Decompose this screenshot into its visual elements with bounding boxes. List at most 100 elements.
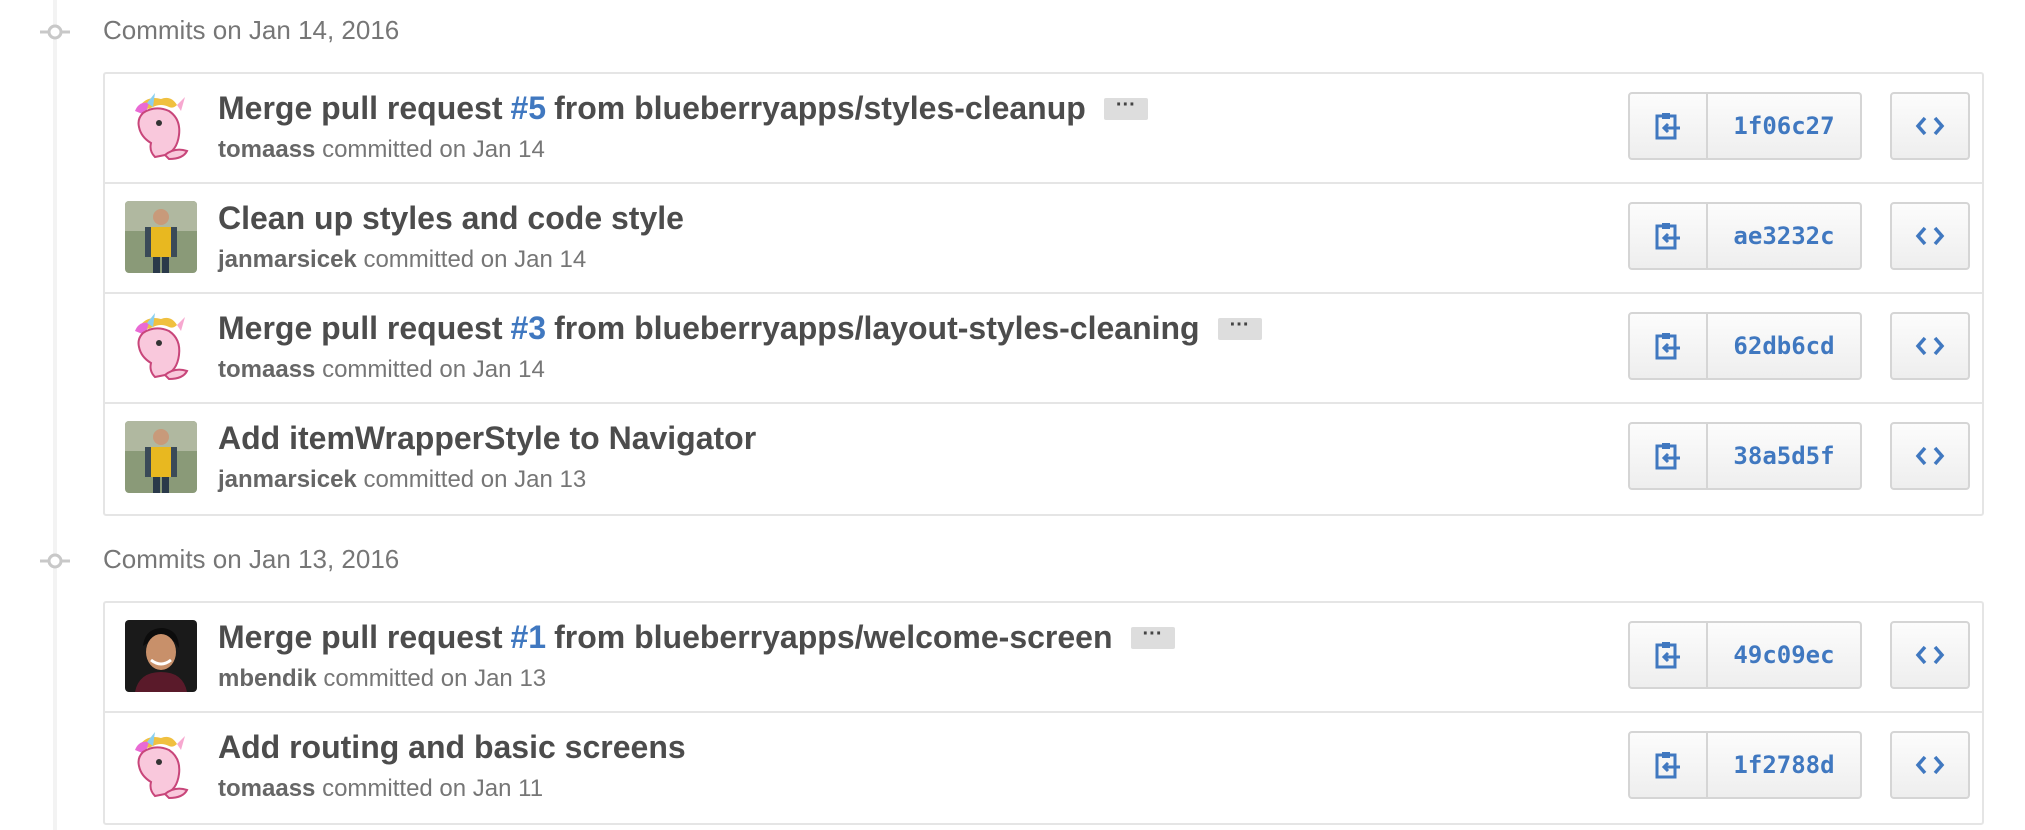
unicorn-avatar-icon: [125, 91, 197, 163]
commit-row: Merge pull request #5 from blueberryapps…: [105, 74, 1982, 184]
commit-meta: mbendik committed on Jan 13: [218, 665, 546, 693]
commit-group: Commits on Jan 13, 2016 Merge pull reque…: [0, 529, 2025, 825]
commit-title: Add routing and basic screens: [218, 729, 686, 766]
group-title: Commits on Jan 14, 2016: [103, 15, 400, 45]
commit-date: committed on Jan 14: [322, 356, 545, 383]
commit-title: Clean up styles and code style: [218, 200, 684, 237]
code-icon: [1915, 116, 1945, 136]
commit-title-text[interactable]: Add routing and basic screens: [218, 729, 686, 766]
browse-code-button[interactable]: [1890, 422, 1970, 490]
group-title: Commits on Jan 13, 2016: [103, 544, 400, 574]
sha-button-group: 62db6cd: [1628, 312, 1862, 380]
expand-message-button[interactable]: ···: [1103, 95, 1148, 120]
avatar[interactable]: [125, 620, 197, 692]
commit-title-text[interactable]: Clean up styles and code style: [218, 200, 684, 237]
commit-title-text[interactable]: Merge pull request: [218, 90, 503, 127]
clipboard-icon: [1655, 752, 1680, 779]
commit-row: Add routing and basic screens tomaass co…: [105, 713, 1982, 823]
browse-code-button[interactable]: [1890, 312, 1970, 380]
sha-button-group: 1f2788d: [1628, 731, 1862, 799]
commit-date: committed on Jan 11: [322, 775, 544, 802]
commit-meta: tomaass committed on Jan 14: [218, 356, 545, 384]
browse-code-button[interactable]: [1890, 621, 1970, 689]
commit-author[interactable]: mbendik: [218, 665, 317, 692]
commit-sha-button[interactable]: 49c09ec: [1708, 621, 1862, 689]
unicorn-avatar-icon: [125, 730, 197, 802]
commit-title: Merge pull request #5 from blueberryapps…: [218, 90, 1148, 127]
commit-title-text-suffix[interactable]: from blueberryapps/styles-cleanup: [554, 90, 1086, 127]
clipboard-icon: [1655, 443, 1680, 470]
commit-date: committed on Jan 14: [322, 136, 545, 163]
sha-button-group: ae3232c: [1628, 202, 1862, 270]
copy-sha-button[interactable]: [1628, 621, 1708, 689]
commit-list: Merge pull request #1 from blueberryapps…: [103, 601, 1984, 825]
pull-request-link[interactable]: #5: [511, 90, 547, 127]
commit-author[interactable]: tomaass: [218, 136, 315, 163]
avatar[interactable]: [125, 730, 197, 802]
expand-message-button[interactable]: ···: [1130, 624, 1175, 649]
pull-request-link[interactable]: #1: [511, 619, 547, 656]
commit-row: Merge pull request #1 from blueberryapps…: [105, 603, 1982, 713]
copy-sha-button[interactable]: [1628, 202, 1708, 270]
code-icon: [1915, 645, 1945, 665]
commit-title-text[interactable]: Add itemWrapperStyle to Navigator: [218, 420, 756, 457]
expand-message-button[interactable]: ···: [1217, 315, 1262, 340]
person-avatar-icon: [125, 620, 197, 692]
commit-sha-button[interactable]: 1f2788d: [1708, 731, 1862, 799]
commit-node-icon: [40, 553, 70, 569]
commit-meta: janmarsicek committed on Jan 14: [218, 246, 586, 274]
group-header: Commits on Jan 14, 2016: [0, 0, 2025, 64]
commit-author[interactable]: janmarsicek: [218, 466, 357, 493]
commit-title-text-suffix[interactable]: from blueberryapps/welcome-screen: [554, 619, 1112, 656]
code-icon: [1915, 446, 1945, 466]
commit-list: Merge pull request #5 from blueberryapps…: [103, 72, 1984, 516]
avatar[interactable]: [125, 91, 197, 163]
sha-button-group: 38a5d5f: [1628, 422, 1862, 490]
avatar[interactable]: [125, 201, 197, 273]
clipboard-icon: [1655, 642, 1680, 669]
commit-meta: janmarsicek committed on Jan 13: [218, 466, 586, 494]
commit-title: Add itemWrapperStyle to Navigator: [218, 420, 756, 457]
commit-title-text[interactable]: Merge pull request: [218, 619, 503, 656]
unicorn-avatar-icon: [125, 311, 197, 383]
commit-title: Merge pull request #3 from blueberryapps…: [218, 310, 1262, 347]
commit-node-icon: [40, 24, 70, 40]
code-icon: [1915, 336, 1945, 356]
commit-author[interactable]: tomaass: [218, 775, 315, 802]
group-header: Commits on Jan 13, 2016: [0, 529, 2025, 593]
commit-date: committed on Jan 14: [363, 246, 587, 273]
sha-button-group: 49c09ec: [1628, 621, 1862, 689]
commit-row: Merge pull request #3 from blueberryapps…: [105, 294, 1982, 404]
code-icon: [1915, 755, 1945, 775]
commit-row: Add itemWrapperStyle to Navigator janmar…: [105, 404, 1982, 514]
commit-meta: tomaass committed on Jan 14: [218, 136, 545, 164]
commit-date: committed on Jan 13: [363, 466, 587, 493]
pull-request-link[interactable]: #3: [511, 310, 547, 347]
commit-meta: tomaass committed on Jan 11: [218, 775, 543, 803]
copy-sha-button[interactable]: [1628, 312, 1708, 380]
clipboard-icon: [1655, 223, 1680, 250]
copy-sha-button[interactable]: [1628, 731, 1708, 799]
browse-code-button[interactable]: [1890, 731, 1970, 799]
browse-code-button[interactable]: [1890, 92, 1970, 160]
commit-title-text[interactable]: Merge pull request: [218, 310, 503, 347]
clipboard-icon: [1655, 113, 1680, 140]
commit-group: Commits on Jan 14, 2016 Merge pull reque…: [0, 0, 2025, 516]
commit-sha-button[interactable]: 1f06c27: [1708, 92, 1862, 160]
commit-sha-button[interactable]: 38a5d5f: [1708, 422, 1862, 490]
person-avatar-icon: [125, 201, 197, 273]
commit-author[interactable]: janmarsicek: [218, 246, 357, 273]
commit-sha-button[interactable]: 62db6cd: [1708, 312, 1862, 380]
commit-title-text-suffix[interactable]: from blueberryapps/layout-styles-cleanin…: [554, 310, 1200, 347]
avatar[interactable]: [125, 311, 197, 383]
commit-sha-button[interactable]: ae3232c: [1708, 202, 1862, 270]
copy-sha-button[interactable]: [1628, 422, 1708, 490]
avatar[interactable]: [125, 421, 197, 493]
browse-code-button[interactable]: [1890, 202, 1970, 270]
commit-date: committed on Jan 13: [323, 665, 547, 692]
commit-author[interactable]: tomaass: [218, 356, 315, 383]
timeline-line: [53, 0, 57, 830]
code-icon: [1915, 226, 1945, 246]
copy-sha-button[interactable]: [1628, 92, 1708, 160]
commit-row: Clean up styles and code style janmarsic…: [105, 184, 1982, 294]
